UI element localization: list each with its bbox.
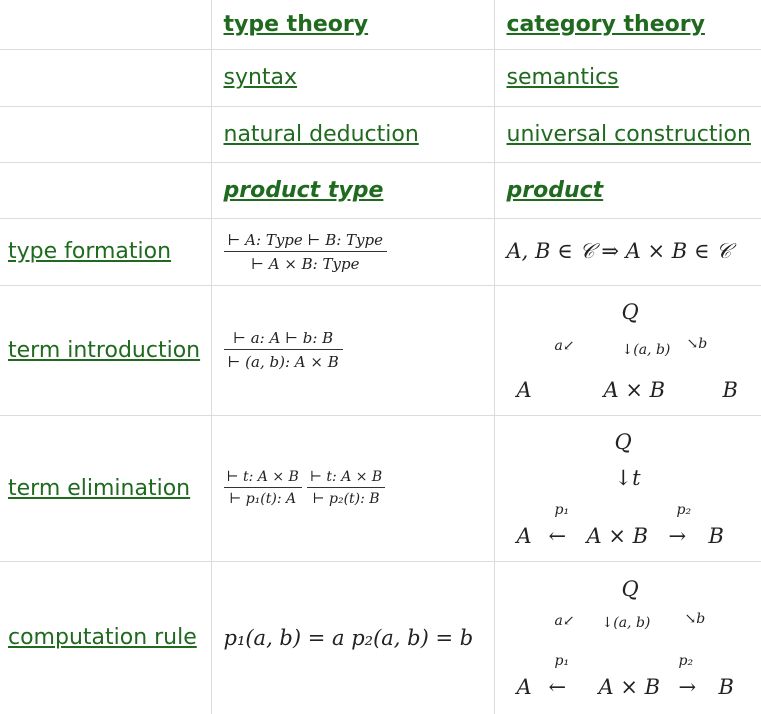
diagram-B: B — [722, 378, 738, 402]
diagram-AxB: A × B — [586, 524, 649, 548]
elimination-inference-rule: ⊢ t: A × B ⊢ p₁(t): A ⊢ t: A × B ⊢ p₂(t)… — [223, 469, 386, 507]
type-theory-link[interactable]: type theory — [224, 12, 369, 37]
term-introduction-link[interactable]: term introduction — [8, 338, 200, 363]
table-row: natural deduction universal construction — [0, 106, 761, 163]
syntax-link[interactable]: syntax — [224, 65, 298, 90]
table-row: computation rule p₁(a, b) = a p₂(a, b) =… — [0, 561, 761, 714]
type-formation-link[interactable]: type formation — [8, 239, 171, 264]
formation-premise: ⊢ A: Type ⊢ B: Type — [223, 231, 388, 252]
product-link[interactable]: product — [507, 178, 604, 203]
header-category-theory-cell: category theory — [494, 0, 761, 50]
diagram-b-arrow: ↘b — [686, 336, 708, 352]
table-row: syntax semantics — [0, 49, 761, 107]
diagram-pair-arrow: ↓(a, b) — [621, 342, 671, 358]
diagram-b-arrow: ↘b — [684, 611, 706, 628]
diagram-Q: Q — [621, 300, 639, 324]
diagram-p2: p₂ — [678, 653, 694, 670]
table-row: type formation ⊢ A: Type ⊢ B: Type ⊢ A ×… — [0, 218, 761, 286]
elimination-premise-2: ⊢ t: A × B — [306, 469, 386, 488]
introduction-inference-rule: ⊢ a: A ⊢ b: B ⊢ (a, b): A × B — [223, 329, 343, 371]
diagram-A: A — [516, 524, 532, 548]
diagram-right-arrow: → — [678, 675, 697, 700]
header-row: type theory category theory — [0, 0, 761, 50]
computation-diagram: Q a↙ ↓(a, b) ↘b p₁ p₂ A ← A × B → B — [507, 565, 757, 710]
diagram-pair-arrow: ↓(a, b) — [601, 615, 651, 632]
term-elimination-link[interactable]: term elimination — [8, 476, 190, 501]
elimination-premise-1: ⊢ t: A × B — [223, 469, 302, 488]
diagram-right-arrow: → — [668, 524, 687, 548]
diagram-a-arrow: a↙ — [554, 613, 575, 630]
natural-deduction-link[interactable]: natural deduction — [224, 122, 419, 147]
elimination-diagram: Q ↓t p₁ p₂ A ← A × B → B — [507, 420, 757, 556]
diagram-p1: p₁ — [554, 502, 570, 518]
elimination-conclusion-2: ⊢ p₂(t): B — [312, 491, 380, 507]
product-type-link[interactable]: product type — [224, 178, 384, 203]
diagram-Q: Q — [614, 430, 632, 454]
diagram-Q: Q — [621, 577, 639, 602]
table-row: term elimination ⊢ t: A × B ⊢ p₁(t): A ⊢… — [0, 415, 761, 562]
formation-inference-rule: ⊢ A: Type ⊢ B: Type ⊢ A × B: Type — [223, 231, 388, 273]
diagram-a-arrow: a↙ — [554, 338, 575, 354]
diagram-t-arrow: ↓t — [614, 466, 641, 490]
table-row: term introduction ⊢ a: A ⊢ b: B ⊢ (a, b)… — [0, 285, 761, 416]
diagram-B: B — [708, 524, 724, 548]
header-type-theory-cell: type theory — [211, 0, 495, 50]
diagram-A: A — [516, 675, 532, 700]
universal-construction-link[interactable]: universal construction — [507, 122, 751, 147]
diagram-AxB: A × B — [603, 378, 666, 402]
elimination-conclusion-1: ⊢ p₁(t): A — [229, 491, 297, 507]
formation-semantics: A, B ∈ 𝒞 ⇒ A × B ∈ 𝒞 — [506, 239, 732, 263]
computation-equation: p₁(a, b) = a p₂(a, b) = b — [223, 625, 474, 650]
diagram-p1: p₁ — [554, 653, 570, 670]
diagram-AxB: A × B — [598, 675, 661, 700]
computation-rule-link[interactable]: computation rule — [8, 625, 197, 650]
introduction-diagram: Q a↙ ↓(a, b) ↘b A A × B B — [507, 290, 757, 410]
introduction-premise: ⊢ a: A ⊢ b: B — [223, 329, 343, 350]
diagram-p2: p₂ — [676, 502, 692, 518]
table-row: product type product — [0, 162, 761, 219]
semantics-link[interactable]: semantics — [507, 65, 619, 90]
comparison-table: type theory category theory syntax seman… — [0, 0, 761, 714]
category-theory-link[interactable]: category theory — [507, 12, 705, 37]
formation-conclusion: ⊢ A × B: Type — [251, 254, 360, 273]
empty-cell — [0, 0, 212, 50]
diagram-left-arrow: ← — [548, 524, 567, 548]
diagram-A: A — [516, 378, 532, 402]
diagram-left-arrow: ← — [548, 675, 567, 700]
introduction-conclusion: ⊢ (a, b): A × B — [227, 353, 339, 371]
diagram-B: B — [718, 675, 734, 700]
